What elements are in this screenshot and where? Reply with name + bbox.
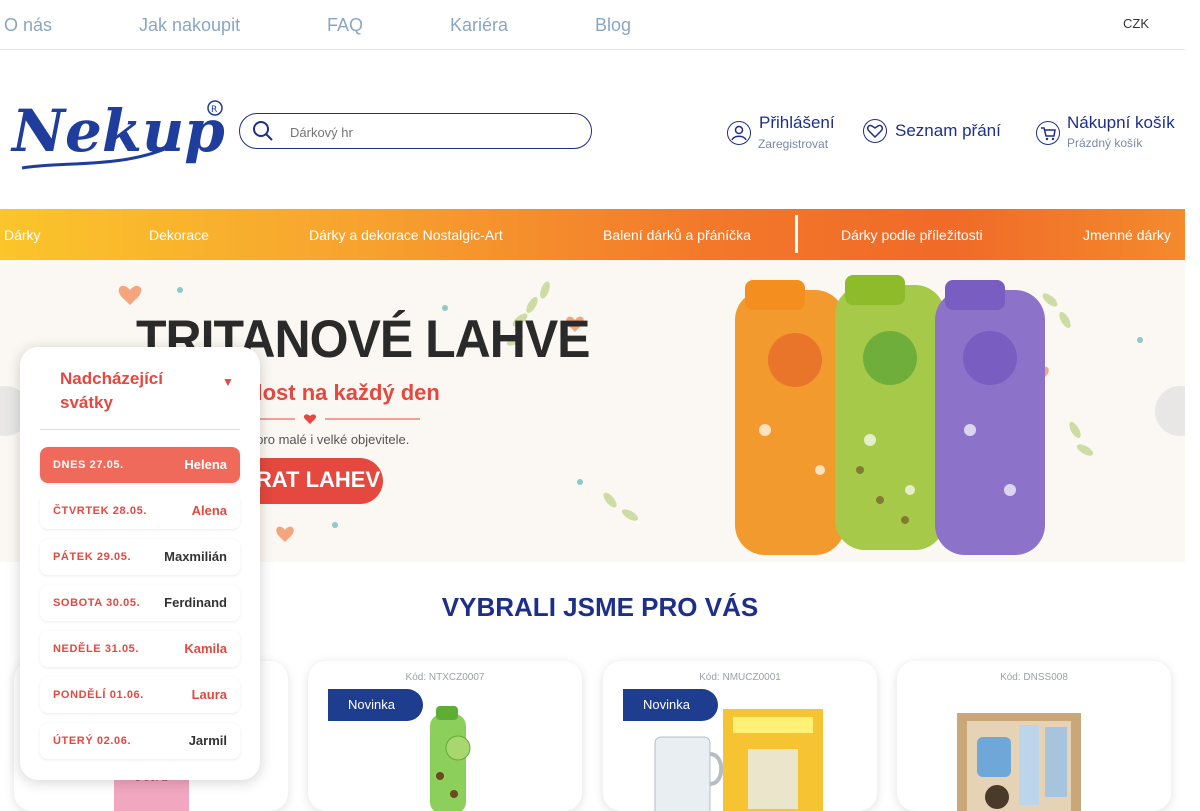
holiday-name: Laura <box>191 687 227 702</box>
top-bar: O nás Jak nakoupit FAQ Kariéra Blog CZK <box>0 0 1185 50</box>
product-code: Kód: NMUCZ0001 <box>699 672 781 683</box>
nekupto-logo[interactable]: Nekupto R <box>4 73 226 183</box>
novinka-badge: Novinka <box>328 689 423 721</box>
holiday-name: Kamila <box>184 641 227 656</box>
nav-item-darky[interactable]: Dárky <box>4 227 41 243</box>
holiday-name: Helena <box>184 457 227 472</box>
nav-item-nostalgic-art[interactable]: Dárky a dekorace Nostalgic-Art <box>309 227 503 243</box>
holidays-title[interactable]: Nadcházející svátky <box>60 367 200 415</box>
product-card[interactable]: Kód: NMUCZ0001 Novinka <box>603 661 877 811</box>
holiday-row[interactable]: ČTVRTEK 28.05. Alena <box>40 493 240 529</box>
holiday-date: ÚTERÝ 02.06. <box>53 735 132 747</box>
link-kariera[interactable]: Kariéra <box>450 15 508 36</box>
user-icon <box>727 121 751 145</box>
heart-icon <box>863 119 887 143</box>
nav-item-prilezitosti[interactable]: Dárky podle příležitosti <box>841 227 983 243</box>
holiday-name: Alena <box>191 503 227 518</box>
product-card[interactable]: Kód: DNSS008 <box>897 661 1171 811</box>
banner-cta-label[interactable]: BRAT LAHEV <box>240 467 380 493</box>
holiday-row[interactable]: NEDĚLE 31.05. Kamila <box>40 631 240 667</box>
wishlist-label: Seznam přání <box>895 121 1001 140</box>
cart-status: Prázdný košík <box>1067 136 1143 150</box>
link-faq[interactable]: FAQ <box>327 15 363 36</box>
register-label[interactable]: Zaregistrovat <box>758 137 828 151</box>
link-o-nas[interactable]: O nás <box>4 15 52 36</box>
product-code: Kód: NTXCZ0007 <box>405 672 485 683</box>
product-card[interactable]: Kód: NTXCZ0007 Novinka <box>308 661 582 811</box>
header: Nekupto R Přihlášení Zaregistrovat Sezna… <box>0 51 1185 209</box>
holiday-row[interactable]: PONDĚLÍ 01.06. Laura <box>40 677 240 713</box>
upcoming-holidays-panel: Nadcházející svátky ▼ DNES 27.05. Helena… <box>20 347 260 780</box>
svg-text:R: R <box>211 105 217 115</box>
holiday-name: Jarmil <box>188 733 227 748</box>
nav-item-jmenne[interactable]: Jmenné dárky <box>1083 227 1171 243</box>
holiday-row[interactable]: ÚTERÝ 02.06. Jarmil <box>40 723 240 759</box>
search-bar <box>239 113 592 149</box>
link-blog[interactable]: Blog <box>595 15 631 36</box>
product-image[interactable] <box>418 706 478 811</box>
product-image[interactable] <box>653 709 833 811</box>
holiday-name: Ferdinand <box>164 595 227 610</box>
main-nav: Dárky Dekorace Dárky a dekorace Nostalgi… <box>0 209 1185 260</box>
holiday-row[interactable]: SOBOTA 30.05. Ferdinand <box>40 585 240 621</box>
holiday-name: Maxmilián <box>164 549 227 564</box>
link-jak-nakoupit[interactable]: Jak nakoupit <box>139 15 240 36</box>
holiday-row[interactable]: PÁTEK 29.05. Maxmilián <box>40 539 240 575</box>
holidays-divider <box>40 429 240 430</box>
collapse-caret-icon[interactable]: ▼ <box>222 375 234 389</box>
holiday-row-today[interactable]: DNES 27.05. Helena <box>40 447 240 483</box>
holiday-date: SOBOTA 30.05. <box>53 597 141 609</box>
holiday-date: PÁTEK 29.05. <box>53 551 132 563</box>
product-code: Kód: DNSS008 <box>1000 672 1068 683</box>
holiday-date: DNES 27.05. <box>53 459 124 471</box>
holiday-date: PONDĚLÍ 01.06. <box>53 689 144 701</box>
search-input[interactable] <box>290 122 580 142</box>
nav-divider <box>795 215 798 253</box>
svg-text:Nekupto: Nekupto <box>10 97 226 165</box>
holiday-date: NEDĚLE 31.05. <box>53 643 140 655</box>
product-image[interactable] <box>957 713 1081 811</box>
nav-item-baleni[interactable]: Balení dárků a přáníčka <box>603 227 751 243</box>
nav-item-dekorace[interactable]: Dekorace <box>149 227 209 243</box>
search-icon[interactable] <box>252 120 274 142</box>
login-label: Přihlášení <box>759 113 835 132</box>
cart-icon <box>1036 121 1060 145</box>
currency-selector[interactable]: CZK <box>1123 16 1149 31</box>
holiday-date: ČTVRTEK 28.05. <box>53 505 147 517</box>
cart-label: Nákupní košík <box>1067 113 1175 132</box>
